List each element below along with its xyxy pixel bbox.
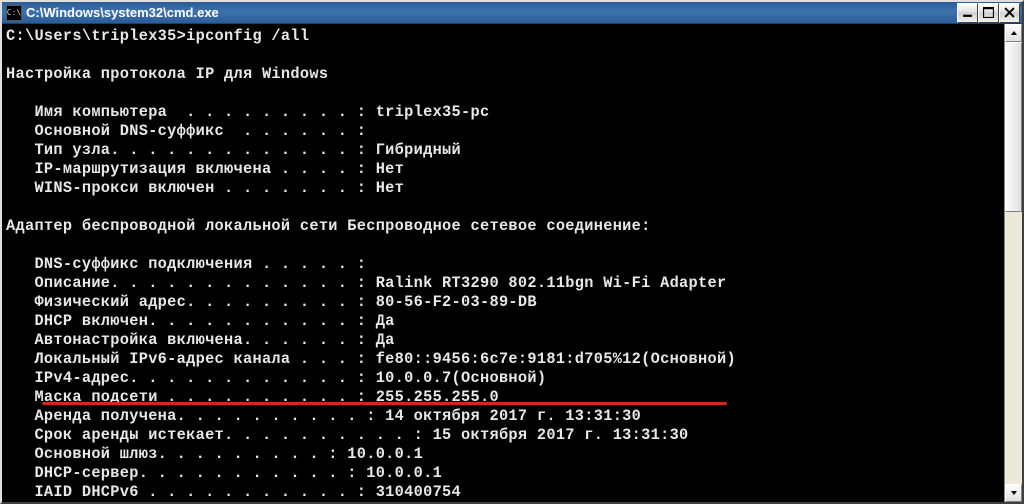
terminal-line: Тип узла. . . . . . . . . . . . . : Гибр… [6,141,1004,160]
terminal-line: Имя компьютера . . . . . . . . . : tripl… [6,103,1004,122]
maximize-icon [983,7,994,18]
terminal-line: DHCP-сервер. . . . . . . . . . . : 10.0.… [6,464,1004,483]
terminal-line: Адаптер беспроводной локальной сети Бесп… [6,217,1004,236]
maximize-button[interactable] [978,3,999,23]
terminal-line: Физический адрес. . . . . . . . . : 80-5… [6,293,1004,312]
terminal-line: IPv4-адрес. . . . . . . . . . . . : 10.0… [6,369,1004,388]
window-title: C:\Windows\system32\cmd.exe [26,5,957,20]
scroll-up-button[interactable] [1005,24,1022,42]
terminal-output[interactable]: C:\Users\triplex35>ipconfig /all Настрой… [2,24,1004,502]
terminal-line: Настройка протокола IP для Windows [6,65,1004,84]
scroll-down-button[interactable] [1005,484,1022,502]
terminal-line: Срок аренды истекает. . . . . . . . . . … [6,426,1004,445]
terminal-line [6,236,1004,255]
chevron-up-icon [1010,29,1018,37]
terminal-line: Описание. . . . . . . . . . . . . : Rali… [6,274,1004,293]
terminal-line: IP-маршрутизация включена . . . . : Нет [6,160,1004,179]
terminal-line: DHCP включен. . . . . . . . . . . : Да [6,312,1004,331]
minimize-button[interactable] [957,3,978,23]
chevron-down-icon [1010,489,1018,497]
terminal-area: C:\Users\triplex35>ipconfig /all Настрой… [2,24,1022,502]
titlebar: C:\ C:\Windows\system32\cmd.exe [2,2,1022,24]
app-icon: C:\ [6,5,22,21]
close-icon [1004,7,1015,18]
window-controls [957,3,1020,23]
terminal-line [6,198,1004,217]
terminal-line: DNS-суффикс подключения . . . . . : [6,255,1004,274]
terminal-line [6,84,1004,103]
close-button[interactable] [999,3,1020,23]
highlight-underline [42,402,727,405]
terminal-line: Основной шлюз. . . . . . . . . : 10.0.0.… [6,445,1004,464]
minimize-icon [962,7,973,18]
cmd-window: C:\ C:\Windows\system32\cmd.exe C:\Users… [0,0,1024,504]
scrollbar-thumb[interactable] [1005,42,1022,212]
terminal-line: Автонастройка включена. . . . . . : Да [6,331,1004,350]
terminal-line: C:\Users\triplex35>ipconfig /all [6,27,1004,46]
vertical-scrollbar [1004,24,1022,502]
terminal-line: Локальный IPv6-адрес канала . . . : fe80… [6,350,1004,369]
terminal-line: IAID DHCPv6 . . . . . . . . . . . : 3104… [6,483,1004,502]
terminal-line: WINS-прокси включен . . . . . . . : Нет [6,179,1004,198]
terminal-line: Основной DNS-суффикс . . . . . . : [6,122,1004,141]
terminal-line [6,46,1004,65]
terminal-line: Аренда получена. . . . . . . . . . : 14 … [6,407,1004,426]
scrollbar-track[interactable] [1005,42,1022,484]
